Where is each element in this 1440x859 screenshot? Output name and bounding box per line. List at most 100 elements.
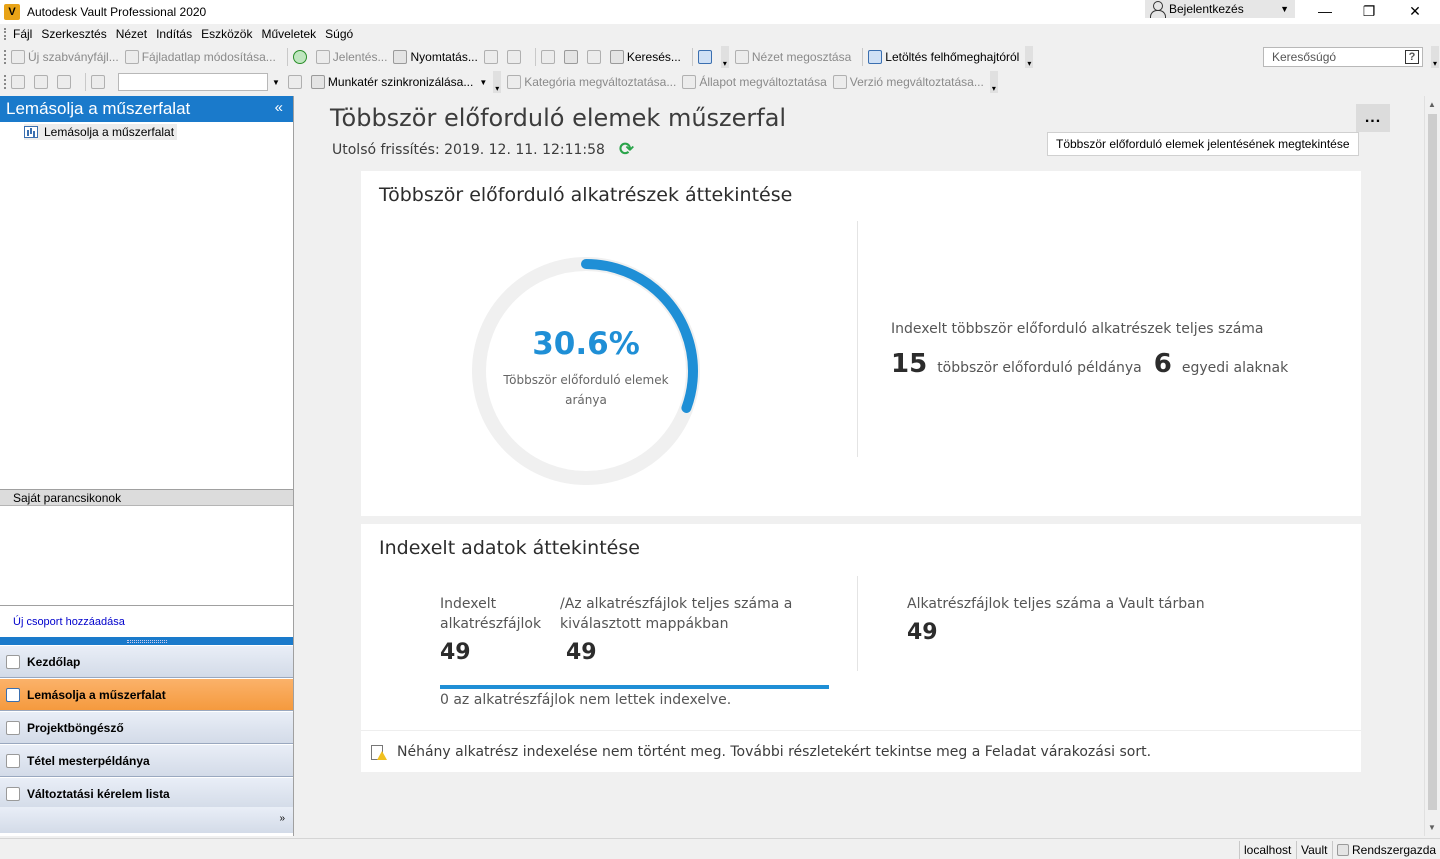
nav-duplicate-dashboard[interactable]: Lemásolja a műszerfalat [0,679,293,711]
nav-home[interactable]: Kezdőlap [0,646,293,678]
change-revision-button[interactable]: Verzió megváltoztatása... [832,75,984,89]
menu-file[interactable]: Fájl [13,27,32,41]
toolbar-overflow[interactable]: ▾ [720,46,729,68]
total-selected-label: /Az alkatrészfájlok teljes száma a kivál… [560,596,793,632]
share-view-button[interactable]: Nézet megosztása [734,50,852,64]
change-state-button[interactable]: Állapot megváltoztatása [682,75,827,89]
login-dropdown[interactable]: Bejelentkezés ▼ [1145,0,1295,18]
change-order-icon [6,786,20,801]
delete-button[interactable] [540,50,558,64]
status-vault: Vault [1296,841,1327,859]
properties-button[interactable] [586,50,604,64]
sync-workspace-button[interactable]: Munkatér szinkronizálása... ▼ [310,75,487,89]
duplicate-ratio-donut: 30.6% Többször előforduló elemek aránya [466,251,706,491]
refresh-button[interactable] [292,50,310,64]
menu-edit[interactable]: Szerkesztés [41,27,106,41]
tree-item-dashboard[interactable]: Lemásolja a műszerfalat [24,124,178,140]
address-input[interactable] [118,73,268,91]
total-duplicates-label: Indexelt többször előforduló alkatrészek… [891,321,1264,337]
search-button[interactable]: Keresés... [609,50,681,64]
tree-item-label: Lemásolja a műszerfalat [44,125,175,139]
minimize-button[interactable]: — [1302,0,1348,22]
toolbar-overflow[interactable]: ▾ [989,71,998,93]
nav-change-order-list[interactable]: Változtatási kérelem lista [0,778,293,810]
more-buttons-icon[interactable]: » [279,813,285,824]
menu-view[interactable]: Nézet [116,27,147,41]
refresh-icon[interactable]: ⟳ [619,139,634,160]
warning-icon [371,744,387,760]
menu-launch[interactable]: Indítás [156,27,192,41]
more-options-button[interactable]: ... [1356,104,1390,132]
category-icon [507,75,522,89]
print-label: Nyomtatás... [410,50,478,64]
new-file-button[interactable]: Új szabványfájl... [11,50,119,64]
change-category-button[interactable]: Kategória megváltoztatása... [507,75,676,89]
report-button[interactable]: Jelentés... [315,50,387,64]
toolbar-grip[interactable] [4,75,7,89]
download-cloud-button[interactable]: Letöltés felhőmeghajtóról [868,50,1019,64]
go-button[interactable] [287,75,305,89]
address-dropdown[interactable]: ▼ [272,78,280,87]
menu-help[interactable]: Súgó [325,27,353,41]
status-user-label: Rendszergazda [1352,843,1437,857]
forward-button[interactable] [34,75,51,89]
unique-count: 6 [1153,349,1172,379]
user-icon [1149,1,1166,18]
pane-splitter[interactable] [0,637,293,645]
scroll-thumb[interactable] [1428,114,1437,810]
close-button[interactable]: ✕ [1392,0,1438,22]
toolbar-overflow[interactable]: ▾ [1431,46,1439,68]
nav-item-master[interactable]: Tétel mesterpéldánya [0,745,293,777]
instances-count: 15 [891,349,928,379]
navigation-toolbar: ▼ Munkatér szinkronizálása... ▼ ▾ Kategór… [0,70,1440,94]
toolbar-overflow[interactable]: ▾ [1025,46,1034,68]
nav-dashboard-label: Lemásolja a műszerfalat [27,687,166,702]
chevron-down-icon: ▼ [1280,4,1289,14]
indexed-files-value: 49 [440,640,471,665]
menu-actions[interactable]: Műveletek [261,27,316,41]
restore-button[interactable]: ❐ [1346,0,1392,22]
nav-project-explorer[interactable]: Projektböngésző [0,712,293,744]
toolbar-grip[interactable] [4,50,7,64]
duplicate-ratio-value: 30.6% [532,326,640,362]
scroll-up-icon[interactable]: ▲ [1428,100,1436,109]
edit-datasheet-button[interactable]: Fájladatlap módosítása... [124,50,276,64]
instances-label: többször előforduló példánya [937,360,1142,376]
search-label: Keresés... [626,50,681,64]
toggle-pane-button[interactable] [91,75,108,89]
new-file-icon [11,50,25,64]
scroll-down-icon[interactable]: ▼ [1428,823,1436,832]
share-view-label: Nézet megosztása [751,50,852,64]
toolbar-separator [286,48,288,66]
edit-datasheet-label: Fájladatlap módosítása... [141,50,276,64]
duplicate-counts: 15 többször előforduló példánya 6 egyedi… [891,349,1300,379]
project-explorer-icon [6,720,20,735]
delete-icon [540,50,555,64]
print-preview-button[interactable] [483,50,501,64]
duplicate-ratio-label: Többször előforduló elemek aránya [503,373,669,407]
overview-title: Többször előforduló alkatrészek áttekint… [379,184,793,206]
window-title: Autodesk Vault Professional 2020 [27,5,207,19]
search-help-input[interactable]: Keresősúgó ? [1263,47,1423,67]
up-level-button[interactable] [57,75,74,89]
toolbar-overflow[interactable]: ▾ [493,71,502,93]
back-button[interactable] [11,75,28,89]
toolbar-grip[interactable] [4,28,7,40]
dashboard-icon [24,126,38,138]
nav-project-label: Projektböngésző [27,720,124,735]
print-button[interactable]: Nyomtatás... [393,50,478,64]
donut-center: 30.6% Többször előforduló elemek aránya [466,251,706,491]
item-master-icon [6,753,20,768]
vertical-scrollbar[interactable]: ▲ ▼ [1424,96,1440,836]
cart-button[interactable] [697,50,715,64]
menu-tools[interactable]: Eszközök [201,27,252,41]
help-icon[interactable]: ? [1405,50,1419,64]
go-icon [287,75,302,89]
nav-home-label: Kezdőlap [27,654,81,669]
copy-design-button[interactable] [563,50,581,64]
collapse-pane-icon[interactable]: « [275,99,283,116]
page-setup-button[interactable] [506,50,524,64]
add-group-link[interactable]: Új csoport hozzáadása [13,616,125,628]
sync-icon [310,75,325,89]
datasheet-icon [124,50,139,64]
